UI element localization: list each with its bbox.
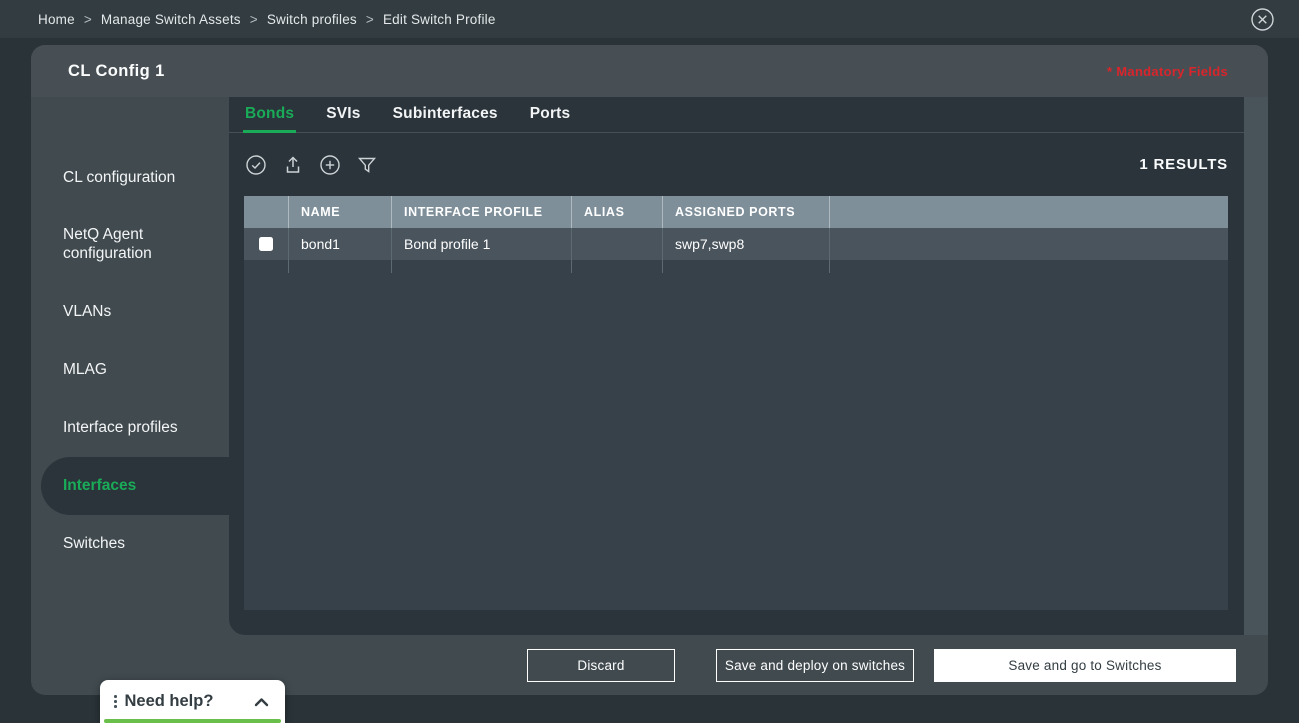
sidebar-item-switches[interactable]: Switches (31, 515, 229, 573)
cell-name: bond1 (289, 228, 392, 260)
select-all-button[interactable] (245, 154, 267, 176)
sidebar-item-interfaces[interactable]: Interfaces (41, 457, 229, 515)
breadcrumb-switch-profiles[interactable]: Switch profiles (267, 12, 357, 27)
need-help-label: Need help? (124, 692, 214, 710)
cell-alias (572, 228, 663, 260)
cell-assigned-ports: swp7,swp8 (663, 228, 830, 260)
upload-button[interactable] (282, 154, 304, 176)
breadcrumb-separator: > (365, 11, 374, 27)
table-header-name[interactable]: NAME (289, 196, 392, 228)
page-title: CL Config 1 (68, 61, 165, 80)
chevron-up-icon[interactable] (254, 697, 269, 707)
table-header-assigned-ports[interactable]: ASSIGNED PORTS (663, 196, 830, 228)
save-and-go-button[interactable]: Save and go to Switches (934, 648, 1236, 682)
footer-actions: Discard Save and deploy on switches Save… (229, 635, 1268, 695)
breadcrumb-home[interactable]: Home (38, 12, 75, 27)
mandatory-fields-note: * Mandatory Fields (1107, 63, 1228, 79)
breadcrumb-separator: > (83, 11, 92, 27)
breadcrumb-separator: > (249, 11, 258, 27)
column-guides (244, 260, 1228, 273)
add-circle-icon (319, 154, 341, 176)
table-header-interface-profile[interactable]: INTERFACE PROFILE (392, 196, 572, 228)
panel-header: CL Config 1 * Mandatory Fields (31, 45, 1268, 97)
table-row[interactable]: bond1 Bond profile 1 swp7,swp8 (244, 228, 1228, 260)
tab-bar: Bonds SVIs Subinterfaces Ports (229, 97, 1244, 133)
table-header-filler (830, 196, 1228, 228)
drag-dots-icon (114, 695, 117, 708)
table-toolbar: 1 RESULTS (229, 133, 1244, 196)
tab-bonds[interactable]: Bonds (243, 97, 297, 133)
table-header-row: NAME INTERFACE PROFILE ALIAS ASSIGNED PO… (244, 196, 1228, 228)
select-check-icon (245, 154, 267, 176)
filter-button[interactable] (356, 154, 378, 176)
save-and-deploy-button[interactable]: Save and deploy on switches (716, 648, 914, 682)
sidebar: CL configuration NetQ Agent configuratio… (31, 97, 229, 695)
tab-subinterfaces[interactable]: Subinterfaces (391, 97, 500, 133)
cell-filler (830, 228, 1228, 260)
filter-icon (356, 154, 378, 176)
add-button[interactable] (319, 154, 341, 176)
cell-interface-profile: Bond profile 1 (392, 228, 572, 260)
breadcrumb: Home > Manage Switch Assets > Switch pro… (38, 12, 496, 27)
tab-svis[interactable]: SVIs (324, 97, 362, 133)
row-checkbox[interactable] (259, 237, 273, 251)
table-header-alias[interactable]: ALIAS (572, 196, 663, 228)
edit-switch-profile-panel: CL Config 1 * Mandatory Fields CL config… (31, 45, 1268, 695)
scrollbar[interactable] (1244, 97, 1268, 635)
close-button[interactable] (1249, 6, 1275, 32)
sidebar-item-netq-agent-configuration[interactable]: NetQ Agent configuration (31, 207, 229, 283)
bonds-table: NAME INTERFACE PROFILE ALIAS ASSIGNED PO… (244, 196, 1228, 610)
upload-icon (282, 154, 304, 176)
top-bar: Home > Manage Switch Assets > Switch pro… (0, 0, 1299, 38)
tab-ports[interactable]: Ports (528, 97, 573, 133)
content-area: Bonds SVIs Subinterfaces Ports 1 RESULTS… (229, 97, 1244, 635)
close-icon (1250, 7, 1275, 32)
breadcrumb-edit-switch-profile: Edit Switch Profile (382, 11, 496, 27)
sidebar-item-cl-configuration[interactable]: CL configuration (31, 149, 229, 207)
sidebar-item-interface-profiles[interactable]: Interface profiles (31, 399, 229, 457)
row-select-cell (244, 228, 289, 260)
help-accent-bar (104, 719, 281, 723)
discard-button[interactable]: Discard (527, 648, 675, 682)
need-help-widget[interactable]: Need help? (100, 680, 285, 723)
results-count: 1 RESULTS (1139, 156, 1228, 173)
sidebar-item-label: NetQ Agent configuration (63, 226, 152, 262)
sidebar-item-mlag[interactable]: MLAG (31, 341, 229, 399)
breadcrumb-manage-switch-assets[interactable]: Manage Switch Assets (101, 12, 241, 27)
table-header-select (244, 196, 289, 228)
sidebar-item-vlans[interactable]: VLANs (31, 283, 229, 341)
